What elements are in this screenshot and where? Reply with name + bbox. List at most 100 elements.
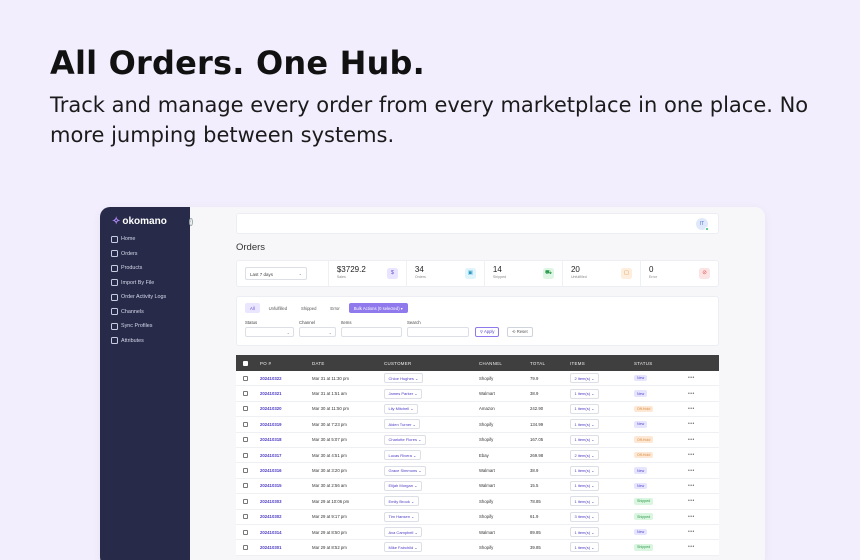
column-header[interactable]: STATUS	[634, 361, 688, 366]
customer-dropdown[interactable]: Tim Hansen ⌄	[384, 511, 419, 522]
more-options-icon[interactable]: •••	[688, 391, 695, 397]
items-dropdown[interactable]: 1 item(s) ⌄	[570, 480, 600, 491]
more-options-icon[interactable]: •••	[688, 421, 695, 427]
column-header[interactable]: DATE	[312, 361, 384, 366]
select-all-checkbox[interactable]	[243, 360, 248, 366]
more-options-icon[interactable]: •••	[688, 452, 695, 458]
column-header[interactable]: CHANNEL	[479, 361, 530, 366]
row-checkbox[interactable]	[243, 406, 248, 412]
sidebar-item-channels[interactable]: Channels	[100, 305, 190, 320]
po-link[interactable]: 202410303	[260, 499, 282, 504]
table-row[interactable]: 202410318 Mar 30 at 5:07 pm Charlotte Flor…	[236, 433, 719, 448]
more-options-icon[interactable]: •••	[688, 529, 695, 535]
reset-button[interactable]: ⟲ Reset	[507, 327, 533, 337]
row-checkbox[interactable]	[243, 391, 248, 397]
channel-filter-select[interactable]: ⌄	[299, 327, 336, 337]
date-range-select[interactable]: Last 7 days ⌄	[245, 267, 307, 280]
items-filter-input[interactable]	[341, 327, 402, 337]
column-header[interactable]: CUSTOMER	[384, 361, 479, 366]
table-row[interactable]: 202410319 Mar 30 at 7:23 pm Aiden Turner ⌄…	[236, 417, 719, 433]
customer-dropdown[interactable]: Lucas Rivera ⌄	[384, 450, 421, 461]
table-row[interactable]: 202410316 Mar 30 at 3:20 pm Grace Simmons …	[236, 463, 719, 479]
bulk-actions-button[interactable]: Bulk Actions (0 selected) ▾	[348, 303, 408, 313]
more-options-icon[interactable]: •••	[688, 375, 695, 381]
sidebar-item-orders[interactable]: Orders	[100, 247, 190, 262]
more-options-icon[interactable]: •••	[688, 468, 695, 474]
po-link[interactable]: 202410314	[260, 530, 282, 535]
table-row[interactable]: 202410314 Mar 29 at 8:50 pm Ava Campbell ⌄…	[236, 525, 719, 541]
table-row[interactable]: 2024103​22 Mar 31 at 11:30 pm Chloe Hughes…	[236, 371, 719, 387]
row-checkbox[interactable]	[243, 375, 248, 381]
items-dropdown[interactable]: 1 item(s) ⌄	[570, 403, 600, 414]
row-checkbox[interactable]	[243, 498, 248, 504]
more-options-icon[interactable]: •••	[688, 514, 695, 520]
po-link[interactable]: 2024103​22	[260, 376, 282, 381]
row-checkbox[interactable]	[243, 544, 248, 550]
row-checkbox[interactable]	[243, 483, 248, 489]
table-row[interactable]: 202410317 Mar 30 at 4:51 pm Lucas Rivera ⌄…	[236, 448, 719, 464]
row-checkbox[interactable]	[243, 529, 248, 535]
customer-dropdown[interactable]: Aiden Turner ⌄	[384, 419, 421, 430]
customer-dropdown[interactable]: Charlotte Flores ⌄	[384, 434, 426, 445]
po-link[interactable]: 202410317	[260, 453, 282, 458]
tab-unfulfilled[interactable]: Unfulfilled	[264, 303, 292, 313]
more-options-icon[interactable]: •••	[688, 544, 695, 550]
po-link[interactable]: 202410320	[260, 406, 282, 411]
customer-dropdown[interactable]: Grace Simmons ⌄	[384, 465, 427, 476]
items-dropdown[interactable]: 1 item(s) ⌄	[570, 542, 600, 553]
table-row[interactable]: 202410321 Mar 31 at 1:51 am James Parker ⌄…	[236, 386, 719, 402]
apply-button[interactable]: ⚲ Apply	[475, 327, 500, 337]
status-filter-select[interactable]: ⌄	[245, 327, 294, 337]
row-checkbox[interactable]	[243, 437, 248, 443]
items-dropdown[interactable]: 1 item(s) ⌄	[570, 465, 600, 476]
column-header[interactable]: ITEMS	[570, 361, 634, 366]
tab-all[interactable]: All	[245, 303, 260, 313]
table-row[interactable]: 202410320 Mar 30 at 11:50 pm Lily Mitchell…	[236, 402, 719, 418]
row-checkbox[interactable]	[243, 421, 248, 427]
tab-shipped[interactable]: Shipped	[296, 303, 321, 313]
customer-dropdown[interactable]: James Parker ⌄	[384, 388, 423, 399]
column-header[interactable]: PO #	[260, 361, 312, 366]
more-options-icon[interactable]: •••	[688, 437, 695, 443]
items-dropdown[interactable]: 3 item(s) ⌄	[570, 511, 600, 522]
sidebar-item-attributes[interactable]: Attributes	[100, 334, 190, 349]
po-link[interactable]: 202410316	[260, 468, 282, 473]
sidebar-item-home[interactable]: Home	[100, 232, 190, 247]
row-checkbox[interactable]	[243, 514, 248, 520]
more-options-icon[interactable]: •••	[688, 483, 695, 489]
customer-dropdown[interactable]: Lily Mitchell ⌄	[384, 403, 419, 414]
table-row[interactable]: 202410302 Mar 29 at 9:17 pm Tim Hansen ⌄ Sh…	[236, 510, 719, 525]
tab-error[interactable]: Error	[325, 303, 344, 313]
items-dropdown[interactable]: 1 item(s) ⌄	[570, 527, 600, 538]
po-link[interactable]: 202410302	[260, 514, 282, 519]
row-checkbox[interactable]	[243, 452, 248, 458]
items-dropdown[interactable]: 1 item(s) ⌄	[570, 434, 600, 445]
items-dropdown[interactable]: 1 item(s) ⌄	[570, 388, 600, 399]
customer-dropdown[interactable]: Ava Campbell ⌄	[384, 527, 423, 538]
more-options-icon[interactable]: •••	[688, 406, 695, 412]
customer-dropdown[interactable]: Chloe Hughes ⌄	[384, 373, 423, 384]
customer-dropdown[interactable]: Elijah Morgan ⌄	[384, 480, 422, 491]
search-input[interactable]	[407, 327, 469, 337]
sidebar-item-sync-profiles[interactable]: Sync Profiles	[100, 319, 190, 334]
brand-logo[interactable]: ✧ okomano ‹	[100, 207, 193, 229]
po-link[interactable]: 202410318	[260, 437, 282, 442]
sidebar-item-import-by-file[interactable]: Import By File	[100, 276, 190, 291]
customer-dropdown[interactable]: Mike Fairchild ⌄	[384, 542, 423, 553]
items-dropdown[interactable]: 2 item(s) ⌄	[570, 373, 600, 384]
row-checkbox[interactable]	[243, 468, 248, 474]
column-header[interactable]: TOTAL	[530, 361, 570, 366]
table-row[interactable]: 202410303 Mar 29 at 10:06 pm Emily Brook ⌄…	[236, 494, 719, 510]
avatar[interactable]: IT	[696, 218, 709, 231]
table-row[interactable]: 202410315 Mar 30 at 2:56 am Elijah Morgan …	[236, 479, 719, 495]
sidebar-item-products[interactable]: Products	[100, 261, 190, 276]
items-dropdown[interactable]: 1 item(s) ⌄	[570, 496, 600, 507]
po-link[interactable]: 202410319	[260, 422, 282, 427]
po-link[interactable]: 202410315	[260, 483, 282, 488]
po-link[interactable]: 202410301	[260, 545, 282, 550]
items-dropdown[interactable]: 2 item(s) ⌄	[570, 450, 600, 461]
more-options-icon[interactable]: •••	[688, 498, 695, 504]
items-dropdown[interactable]: 1 item(s) ⌄	[570, 419, 600, 430]
po-link[interactable]: 202410321	[260, 391, 282, 396]
table-row[interactable]: 202410301 Mar 29 at 8:52 pm Mike Fairchild…	[236, 540, 719, 556]
